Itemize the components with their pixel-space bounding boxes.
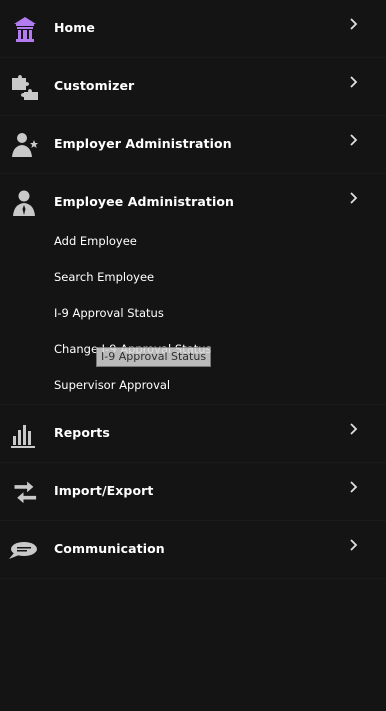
tooltip: I-9 Approval Status — [96, 347, 212, 367]
chevron-right-icon[interactable] — [349, 481, 359, 493]
submenu-item-label: Supervisor Approval — [54, 378, 171, 392]
submenu-item-search-employee[interactable]: Search Employee — [0, 260, 386, 296]
submenu-item-label: I-9 Approval Status — [54, 306, 164, 320]
bar-chart-icon — [11, 425, 35, 448]
menu-item-label: Home — [54, 20, 95, 35]
submenu-item-i9-approval-status[interactable]: I-9 Approval Status — [0, 296, 386, 332]
menu-item-employer-administration[interactable]: Employer Administration — [0, 116, 386, 174]
menu-item-label: Employee Administration — [54, 194, 235, 209]
menu-item-label: Employer Administration — [54, 136, 232, 151]
employer-star-icon — [12, 133, 38, 157]
menu-item-label: Customizer — [54, 78, 135, 93]
submenu-item-supervisor-approval[interactable]: Supervisor Approval — [0, 368, 386, 405]
employee-icon — [13, 190, 35, 216]
menu-item-customizer[interactable]: Customizer — [0, 58, 386, 116]
chevron-right-icon[interactable] — [349, 76, 359, 88]
menu-item-label: Reports — [54, 425, 110, 440]
menu-item-communication[interactable]: Communication — [0, 521, 386, 579]
home-icon — [14, 17, 36, 42]
submenu-item-add-employee[interactable]: Add Employee — [0, 224, 386, 260]
chevron-right-icon[interactable] — [349, 18, 359, 30]
menu-item-label: Import/Export — [54, 483, 154, 498]
side-navigation: Home Customizer Employer Administration — [0, 0, 386, 579]
puzzle-icon — [12, 75, 38, 100]
menu-item-label: Communication — [54, 541, 165, 556]
employee-administration-submenu: Add Employee Search Employee I-9 Approva… — [0, 224, 386, 405]
swap-arrows-icon — [14, 481, 37, 504]
speech-bubble-icon — [9, 542, 37, 559]
chevron-right-icon[interactable] — [349, 192, 359, 204]
submenu-item-label: Add Employee — [54, 234, 137, 248]
submenu-item-label: Search Employee — [54, 270, 155, 284]
menu-item-reports[interactable]: Reports — [0, 405, 386, 463]
chevron-right-icon[interactable] — [349, 539, 359, 551]
menu-item-import-export[interactable]: Import/Export — [0, 463, 386, 521]
menu-item-home[interactable]: Home — [0, 0, 386, 58]
chevron-right-icon[interactable] — [349, 134, 359, 146]
chevron-right-icon[interactable] — [349, 423, 359, 435]
